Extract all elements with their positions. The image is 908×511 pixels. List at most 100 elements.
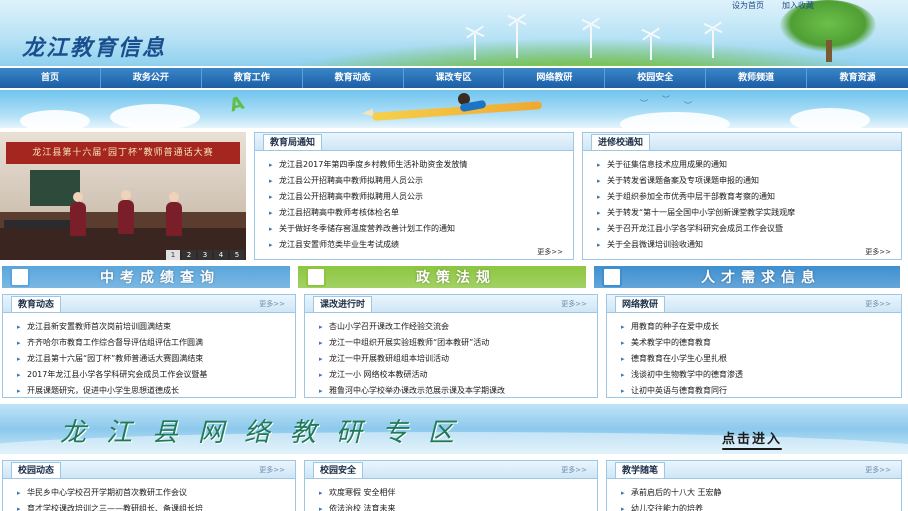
list-item[interactable]: 欢度寒假 安全相伴 [319,485,597,501]
list-item[interactable]: 龙江县公开招聘高中教师拟聘用人员公示 [269,189,573,205]
list-item[interactable]: 浅谈初中生物教学中的德育渗透 [621,367,901,383]
list-item[interactable]: 龙江县新安置教师首次岗前培训圆满结束 [17,319,295,335]
exam-score-query-link[interactable]: 中考成绩查询 [2,266,290,288]
slide-page-3[interactable]: 3 [198,250,212,260]
online-research-title: 网络教研 [615,296,666,312]
list-item[interactable]: 让初中英语与德育教育同行 [621,383,901,399]
training-box-title: 进修校通知 [591,134,651,150]
nav-online-research[interactable]: 网络教研 [504,68,606,88]
campus-safety-box: 校园安全 更多>> 欢度寒假 安全相伴 依法治校 法育未来 [304,460,598,511]
nav-teacher-channel[interactable]: 教师频道 [706,68,808,88]
list-item[interactable]: 德育教育在小学生心里扎根 [621,351,901,367]
nav-campus-safety[interactable]: 校园安全 [605,68,707,88]
teaching-essays-more-link[interactable]: 更多>> [865,465,891,475]
slide-page-2[interactable]: 2 [182,250,196,260]
set-homepage-link[interactable]: 设为首页 [732,0,764,11]
list-item[interactable]: 关于召开龙江县小学各学科研究会成员工作会议暨 [597,221,901,237]
list-item[interactable]: 华民乡中心学校召开学期初首次教研工作会议 [17,485,295,501]
curriculum-reform-header: 课改进行时 更多>> [305,295,597,313]
notice-list: 龙江县2017年第四季度乡村教师生活补助资金发放情 龙江县公开招聘高中教师拟聘用… [255,151,573,253]
list-item[interactable]: 关于组织参加全市优秀中层干部教育考察的通知 [597,189,901,205]
campus-news-more-link[interactable]: 更多>> [259,465,285,475]
news-slideshow[interactable]: 龙江县第十六届“园丁杯”教师普通话大赛 [0,132,246,260]
talent-demand-label: 人才需求信息 [701,270,821,286]
site-header: 龙江教育信息 设为首页 加入收藏 [0,0,908,66]
list-item[interactable]: 开展课题研究，促进中小学生思想道德成长 [17,383,295,399]
curriculum-reform-more-link[interactable]: 更多>> [561,299,587,309]
site-title: 龙江教育信息 [22,35,167,61]
decorative-banner: A ︶ ︶ ︶ [0,90,908,128]
list-item[interactable]: 幼儿交往能力的培养 [621,501,901,511]
education-news-more-link[interactable]: 更多>> [259,299,285,309]
education-news-box: 教育动态 更多>> 龙江县新安置教师首次岗前培训圆满结束 齐齐哈尔市教育工作综合… [2,294,296,399]
training-box-header: 进修校通知 [583,133,901,151]
policy-regulations-label: 政策法规 [416,270,496,286]
slide-page-4[interactable]: 4 [214,250,228,260]
slide-screen [30,170,80,206]
list-item[interactable]: 杏山小学召开课改工作经验交流会 [319,319,597,335]
list-item[interactable]: 龙江县招聘高中教师考核体检名单 [269,205,573,221]
list-item[interactable]: 龙江县2017年第四季度乡村教师生活补助资金发放情 [269,157,573,173]
list-item[interactable]: 龙江一中组织开展实验班教师“团本教研”活动 [319,335,597,351]
slide-page-5[interactable]: 5 [230,250,244,260]
talent-demand-link[interactable]: 人才需求信息 [594,266,900,288]
notice-box-header: 教育局通知 [255,133,573,151]
list-item[interactable]: 关于做好冬季储存窖温度营养改善计划工作的通知 [269,221,573,237]
campus-news-title: 校园动态 [11,462,62,478]
list-item[interactable]: 关于转发“第十一届全国中小学创新课堂教学实践观摩 [597,205,901,221]
list-item[interactable]: 依法治校 法育未来 [319,501,597,511]
add-favorite-link[interactable]: 加入收藏 [782,0,814,11]
slide-page-1[interactable]: 1 [166,250,180,260]
nav-curriculum-reform[interactable]: 课改专区 [404,68,505,88]
wind-turbine-icon [650,36,652,60]
list-item[interactable]: 关于全县微课培训验收通知 [597,237,901,253]
training-more-link[interactable]: 更多>> [865,247,891,257]
nav-education-resources[interactable]: 教育资源 [807,68,908,88]
list-item[interactable]: 龙江县公开招聘高中教师拟聘用人员公示 [269,173,573,189]
nav-education-work[interactable]: 教育工作 [202,68,303,88]
online-research-more-link[interactable]: 更多>> [865,299,891,309]
campus-news-header: 校园动态 更多>> [3,461,295,479]
list-item[interactable]: 承前启后的十八大 王宏静 [621,485,901,501]
training-list: 关于征集信息技术应用成果的通知 关于转发省课题备案及专项课题申报的通知 关于组织… [583,151,901,253]
list-item[interactable]: 龙江县第十六届“园丁杯”教师普通话大赛圆满结束 [17,351,295,367]
teaching-essays-title: 教学随笔 [615,462,666,478]
online-research-list: 用教育的种子在爱中成长 美术教学中的德育教育 德育教育在小学生心里扎根 浅谈初中… [607,313,901,399]
online-research-header: 网络教研 更多>> [607,295,901,313]
list-item[interactable]: 龙江一中开展教研组组本培训活动 [319,351,597,367]
list-item[interactable]: 关于征集信息技术应用成果的通知 [597,157,901,173]
list-item[interactable]: 美术教学中的德育教育 [621,335,901,351]
nav-education-news[interactable]: 教育动态 [303,68,404,88]
list-item[interactable]: 齐齐哈尔市教育工作综合督导评估组评估工作圆满 [17,335,295,351]
list-item[interactable]: 用教育的种子在爱中成长 [621,319,901,335]
cloud-icon [790,108,870,128]
nav-government-affairs[interactable]: 政务公开 [101,68,202,88]
exam-score-query-label: 中考成绩查询 [100,270,220,286]
campus-safety-more-link[interactable]: 更多>> [561,465,587,475]
magnifier-icon [10,267,30,287]
slide-person [118,190,134,234]
online-research-box: 网络教研 更多>> 用教育的种子在爱中成长 美术教学中的德育教育 德育教育在小学… [606,294,902,399]
tree-trunk [826,40,832,62]
cloud-icon [620,112,730,128]
online-research-zone-banner[interactable]: 龙江县网络教研专区 点击进入 [0,404,908,454]
nav-home[interactable]: 首页 [0,68,101,88]
list-item[interactable]: 雅鲁河中心学校举办课改示范展示课及本学期课改 [319,383,597,399]
research-zone-enter-link[interactable]: 点击进入 [722,428,783,450]
policy-regulations-link[interactable]: 政策法规 [298,266,586,288]
list-item[interactable]: 育才学校课改培训之三——教研组长、备课组长培 [17,501,295,511]
list-item[interactable]: 关于转发省课题备案及专项课题申报的通知 [597,173,901,189]
curriculum-reform-title: 课改进行时 [313,296,373,312]
notice-more-link[interactable]: 更多>> [537,247,563,257]
campus-safety-list: 欢度寒假 安全相伴 依法治校 法育未来 [305,479,597,511]
list-item[interactable]: 2017年龙江县小学各学科研究会成员工作会议暨基 [17,367,295,383]
list-item[interactable]: 龙江县安置师范类毕业生考试成绩 [269,237,573,253]
bird-icon: ︶ [640,99,648,108]
phone-icon [602,267,622,287]
bird-icon: ︶ [684,101,692,110]
campus-news-box: 校园动态 更多>> 华民乡中心学校召开学期初首次教研工作会议 育才学校课改培训之… [2,460,296,511]
slideshow-pager: 1 2 3 4 5 [166,250,244,260]
teaching-essays-list: 承前启后的十八大 王宏静 幼儿交往能力的培养 [607,479,901,511]
slide-caption-banner: 龙江县第十六届“园丁杯”教师普通话大赛 [6,142,240,164]
list-item[interactable]: 龙江一小 网络校本教研活动 [319,367,597,383]
